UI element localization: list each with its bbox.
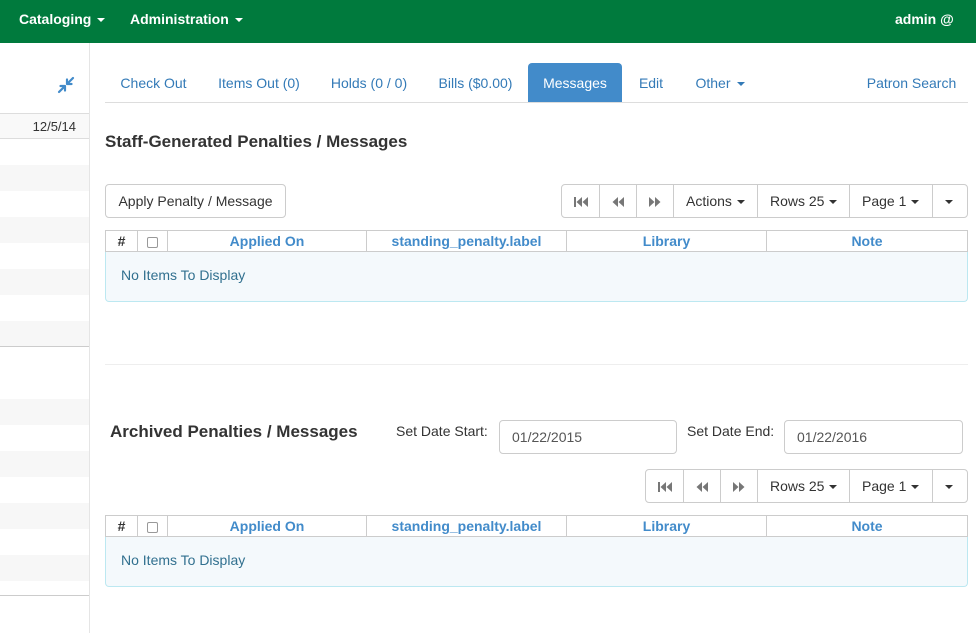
page-label: Page 1	[862, 193, 907, 209]
sidebar-row	[0, 555, 89, 581]
previous-page-icon[interactable]	[599, 185, 636, 217]
archived-grid-empty-message: No Items To Display	[105, 537, 968, 587]
staff-grid-toolbar: Actions Rows 25 Page 1	[561, 184, 968, 218]
cataloging-menu-label: Cataloging	[19, 11, 92, 27]
section-divider	[105, 364, 968, 365]
collapse-sidebar-icon[interactable]	[56, 75, 76, 95]
caret-down-icon	[234, 18, 243, 23]
rows-per-page-dropdown[interactable]: Rows 25	[757, 185, 849, 217]
next-page-icon[interactable]	[720, 470, 757, 502]
column-header-note[interactable]: Note	[767, 231, 967, 251]
select-all-checkbox[interactable]	[138, 231, 168, 251]
archived-grid-toolbar: Rows 25 Page 1	[645, 469, 968, 503]
caret-down-icon	[829, 485, 838, 490]
rows-label: Rows 25	[770, 478, 825, 494]
column-header-label[interactable]: standing_penalty.label	[367, 231, 567, 251]
sidebar-row	[0, 451, 89, 477]
date-start-field[interactable]: 01/22/2015	[499, 420, 677, 454]
apply-penalty-button[interactable]: Apply Penalty / Message	[105, 184, 286, 218]
tab-edit[interactable]: Edit	[629, 63, 673, 103]
patron-sidebar: 12/5/14	[0, 43, 90, 633]
user-menu[interactable]: admin @	[895, 11, 954, 27]
previous-page-icon[interactable]	[683, 470, 720, 502]
select-all-checkbox[interactable]	[138, 516, 168, 536]
sidebar-row	[0, 321, 89, 347]
administration-menu-label: Administration	[130, 11, 229, 27]
date-end-field[interactable]: 01/22/2016	[784, 420, 963, 454]
column-header-applied-on[interactable]: Applied On	[168, 231, 367, 251]
rows-label: Rows 25	[770, 193, 825, 209]
page-label: Page 1	[862, 478, 907, 494]
archived-grid-header: # Applied On standing_penalty.label Libr…	[105, 515, 968, 537]
tab-bills[interactable]: Bills ($0.00)	[428, 63, 523, 103]
grid-options-dropdown[interactable]	[932, 185, 964, 217]
caret-down-icon	[911, 485, 920, 490]
caret-down-icon	[736, 200, 745, 205]
archived-penalties-title: Archived Penalties / Messages	[110, 422, 358, 441]
caret-down-icon	[736, 82, 745, 87]
tab-holds[interactable]: Holds (0 / 0)	[319, 63, 419, 103]
actions-label: Actions	[686, 193, 732, 209]
column-header-applied-on[interactable]: Applied On	[168, 516, 367, 536]
tab-messages[interactable]: Messages	[528, 63, 622, 102]
column-header-number: #	[106, 516, 138, 536]
staff-penalties-title: Staff-Generated Penalties / Messages	[105, 132, 408, 151]
column-header-label[interactable]: standing_penalty.label	[367, 516, 567, 536]
checkbox-icon	[147, 236, 158, 248]
checkbox-icon	[147, 521, 158, 533]
first-page-icon[interactable]	[562, 185, 599, 217]
column-header-library[interactable]: Library	[567, 231, 767, 251]
page-dropdown[interactable]: Page 1	[849, 470, 932, 502]
tab-other[interactable]: Other	[683, 63, 757, 103]
column-header-number: #	[106, 231, 138, 251]
tab-items-out[interactable]: Items Out (0)	[205, 63, 313, 103]
caret-down-icon	[911, 200, 920, 205]
sidebar-row	[0, 399, 89, 425]
top-navbar: Cataloging Administration admin @	[0, 0, 976, 43]
next-page-icon[interactable]	[636, 185, 673, 217]
staff-grid-empty-message: No Items To Display	[105, 252, 968, 302]
date-end-label: Set Date End:	[687, 423, 775, 439]
cataloging-menu[interactable]: Cataloging	[19, 11, 106, 27]
column-header-library[interactable]: Library	[567, 516, 767, 536]
actions-dropdown[interactable]: Actions	[673, 185, 757, 217]
first-page-icon[interactable]	[646, 470, 683, 502]
sidebar-row	[0, 503, 89, 529]
caret-down-icon	[97, 18, 106, 23]
page-dropdown[interactable]: Page 1	[849, 185, 932, 217]
tab-check-out[interactable]: Check Out	[107, 63, 200, 103]
caret-down-icon	[944, 200, 953, 205]
grid-options-dropdown[interactable]	[932, 470, 965, 502]
caret-down-icon	[829, 200, 838, 205]
rows-per-page-dropdown[interactable]: Rows 25	[757, 470, 849, 502]
sidebar-row	[0, 217, 89, 243]
staff-grid-header: # Applied On standing_penalty.label Libr…	[105, 230, 968, 252]
date-start-label: Set Date Start:	[396, 423, 488, 439]
column-header-note[interactable]: Note	[767, 516, 967, 536]
sidebar-divider	[0, 346, 89, 347]
sidebar-row	[0, 269, 89, 295]
tab-other-label: Other	[695, 75, 731, 91]
patron-tabs: Check Out Items Out (0) Holds (0 / 0) Bi…	[105, 63, 968, 103]
sidebar-row	[0, 165, 89, 191]
sidebar-divider	[0, 595, 89, 596]
patron-search-link[interactable]: Patron Search	[855, 63, 968, 103]
caret-down-icon	[945, 485, 953, 490]
administration-menu[interactable]: Administration	[130, 11, 243, 27]
sidebar-date: 12/5/14	[0, 113, 89, 139]
